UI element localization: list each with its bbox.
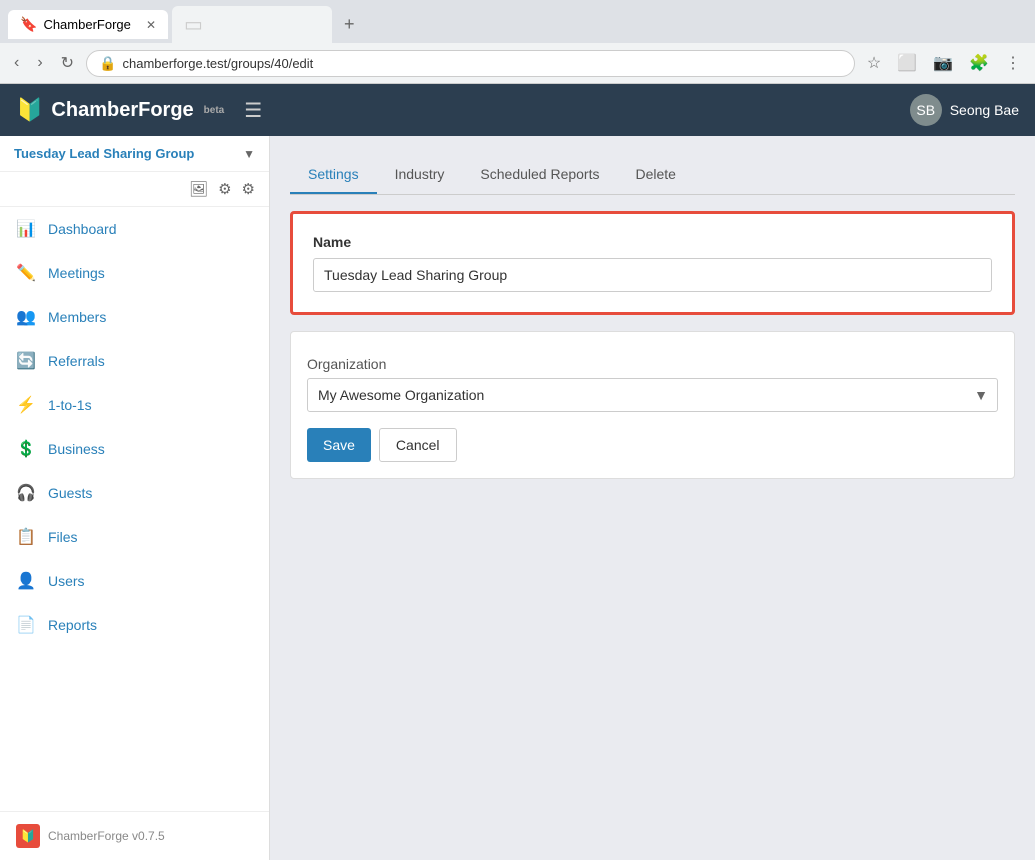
users-icon: 👤: [16, 571, 36, 591]
tab-scheduled-reports[interactable]: Scheduled Reports: [462, 156, 617, 194]
sidebar-group-name: Tuesday Lead Sharing Group: [14, 146, 243, 161]
browser-chrome: 🔖 ChamberForge ✕ ▭ + ‹ › ↻ 🔒 chamberforg…: [0, 0, 1035, 84]
url-bar[interactable]: 🔒 chamberforge.test/groups/40/edit: [86, 50, 855, 77]
sidebar-item-users[interactable]: 👤 Users: [0, 559, 269, 603]
content-area: Settings Industry Scheduled Reports Dele…: [270, 136, 1035, 860]
guests-icon: 🎧: [16, 483, 36, 503]
tab-favicon: 🔖: [20, 16, 37, 33]
one-to-ones-icon: ⚡: [16, 395, 36, 415]
sidebar-item-label: Business: [48, 441, 105, 457]
sidebar-item-label: Dashboard: [48, 221, 117, 237]
meetings-icon: ✏️: [16, 263, 36, 283]
tab-delete[interactable]: Delete: [617, 156, 693, 194]
org-select[interactable]: My Awesome Organization: [307, 378, 998, 412]
browser-tab-active[interactable]: 🔖 ChamberForge ✕: [8, 10, 168, 39]
menu-button[interactable]: ⋮: [999, 49, 1027, 77]
sidebar-item-label: Guests: [48, 485, 92, 501]
save-button[interactable]: Save: [307, 428, 371, 462]
gear-icon[interactable]: ⚙: [218, 180, 231, 198]
sidebar: Tuesday Lead Sharing Group ▼ 🖼 ⚙ ⚙ 📊 Das…: [0, 136, 270, 860]
name-label: Name: [313, 234, 992, 250]
sidebar-item-label: Users: [48, 573, 85, 589]
tab-settings[interactable]: Settings: [290, 156, 377, 194]
username-label: Seong Bae: [950, 102, 1019, 118]
screenshot-button[interactable]: 📷: [927, 49, 959, 77]
tab-title: ChamberForge: [43, 17, 130, 32]
hamburger-menu-button[interactable]: ☰: [244, 98, 262, 123]
sidebar-item-guests[interactable]: 🎧 Guests: [0, 471, 269, 515]
settings-form-card: Name: [290, 211, 1015, 315]
browser-toolbar: ‹ › ↻ 🔒 chamberforge.test/groups/40/edit…: [0, 43, 1035, 83]
browser-action-buttons: ☆ ⬜ 📷 🧩 ⋮: [861, 49, 1027, 77]
secure-icon: 🔒: [99, 55, 116, 72]
sidebar-group-header[interactable]: Tuesday Lead Sharing Group ▼: [0, 136, 269, 172]
sidebar-item-files[interactable]: 📋 Files: [0, 515, 269, 559]
url-text: chamberforge.test/groups/40/edit: [123, 56, 314, 71]
user-menu-button[interactable]: SB Seong Bae: [910, 94, 1019, 126]
org-label: Organization: [307, 348, 998, 372]
sidebar-footer: 🔰 ChamberForge v0.7.5: [0, 811, 269, 860]
sidebar-item-label: Files: [48, 529, 78, 545]
app-logo: 🔰 ChamberForge beta: [16, 97, 224, 123]
user-avatar: SB: [910, 94, 942, 126]
sidebar-item-label: Referrals: [48, 353, 105, 369]
footer-version: ChamberForge v0.7.5: [48, 829, 165, 843]
tab-close-button[interactable]: ✕: [146, 18, 156, 32]
footer-logo: 🔰: [16, 824, 40, 848]
business-icon: 💲: [16, 439, 36, 459]
logo-text: ChamberForge: [51, 99, 193, 122]
dashboard-icon: 📊: [16, 219, 36, 239]
org-select-wrapper: My Awesome Organization ▼: [307, 378, 998, 412]
form-button-row: Save Cancel: [307, 428, 998, 462]
organization-section: Organization My Awesome Organization ▼ S…: [290, 331, 1015, 479]
sidebar-item-dashboard[interactable]: 📊 Dashboard: [0, 207, 269, 251]
sidebar-item-one-to-ones[interactable]: ⚡ 1-to-1s: [0, 383, 269, 427]
sidebar-item-business[interactable]: 💲 Business: [0, 427, 269, 471]
tab-navigation: Settings Industry Scheduled Reports Dele…: [290, 156, 1015, 195]
tab-view-button[interactable]: ⬜: [891, 49, 923, 77]
browser-tab-inactive[interactable]: ▭: [172, 6, 332, 43]
members-icon: 👥: [16, 307, 36, 327]
sidebar-item-meetings[interactable]: ✏️ Meetings: [0, 251, 269, 295]
sidebar-item-members[interactable]: 👥 Members: [0, 295, 269, 339]
settings-icon[interactable]: ⚙: [242, 180, 255, 198]
sidebar-item-label: Reports: [48, 617, 97, 633]
tab-bar: 🔖 ChamberForge ✕ ▭ +: [0, 0, 1035, 43]
app-container: 🔰 ChamberForge beta ☰ SB Seong Bae Tuesd…: [0, 84, 1035, 860]
tab-placeholder: ▭: [184, 12, 203, 37]
logo-icon: 🔰: [16, 97, 43, 123]
sidebar-icon-row: 🖼 ⚙ ⚙: [0, 172, 269, 207]
extension-button[interactable]: 🧩: [963, 49, 995, 77]
new-tab-button[interactable]: +: [336, 10, 363, 39]
chevron-down-icon: ▼: [243, 147, 255, 161]
files-icon: 📋: [16, 527, 36, 547]
cancel-button[interactable]: Cancel: [379, 428, 457, 462]
top-nav: 🔰 ChamberForge beta ☰ SB Seong Bae: [0, 84, 1035, 136]
name-input[interactable]: [313, 258, 992, 292]
bookmark-button[interactable]: ☆: [861, 49, 887, 77]
reload-button[interactable]: ↻: [55, 49, 80, 77]
sidebar-item-label: Members: [48, 309, 106, 325]
beta-badge: beta: [204, 105, 225, 116]
referrals-icon: 🔄: [16, 351, 36, 371]
main-area: Tuesday Lead Sharing Group ▼ 🖼 ⚙ ⚙ 📊 Das…: [0, 136, 1035, 860]
sidebar-item-label: Meetings: [48, 265, 105, 281]
tab-industry[interactable]: Industry: [377, 156, 463, 194]
back-button[interactable]: ‹: [8, 50, 25, 76]
sidebar-item-referrals[interactable]: 🔄 Referrals: [0, 339, 269, 383]
forward-button[interactable]: ›: [31, 50, 48, 76]
sidebar-item-reports[interactable]: 📄 Reports: [0, 603, 269, 647]
images-icon[interactable]: 🖼: [189, 180, 208, 198]
reports-icon: 📄: [16, 615, 36, 635]
sidebar-item-label: 1-to-1s: [48, 397, 92, 413]
